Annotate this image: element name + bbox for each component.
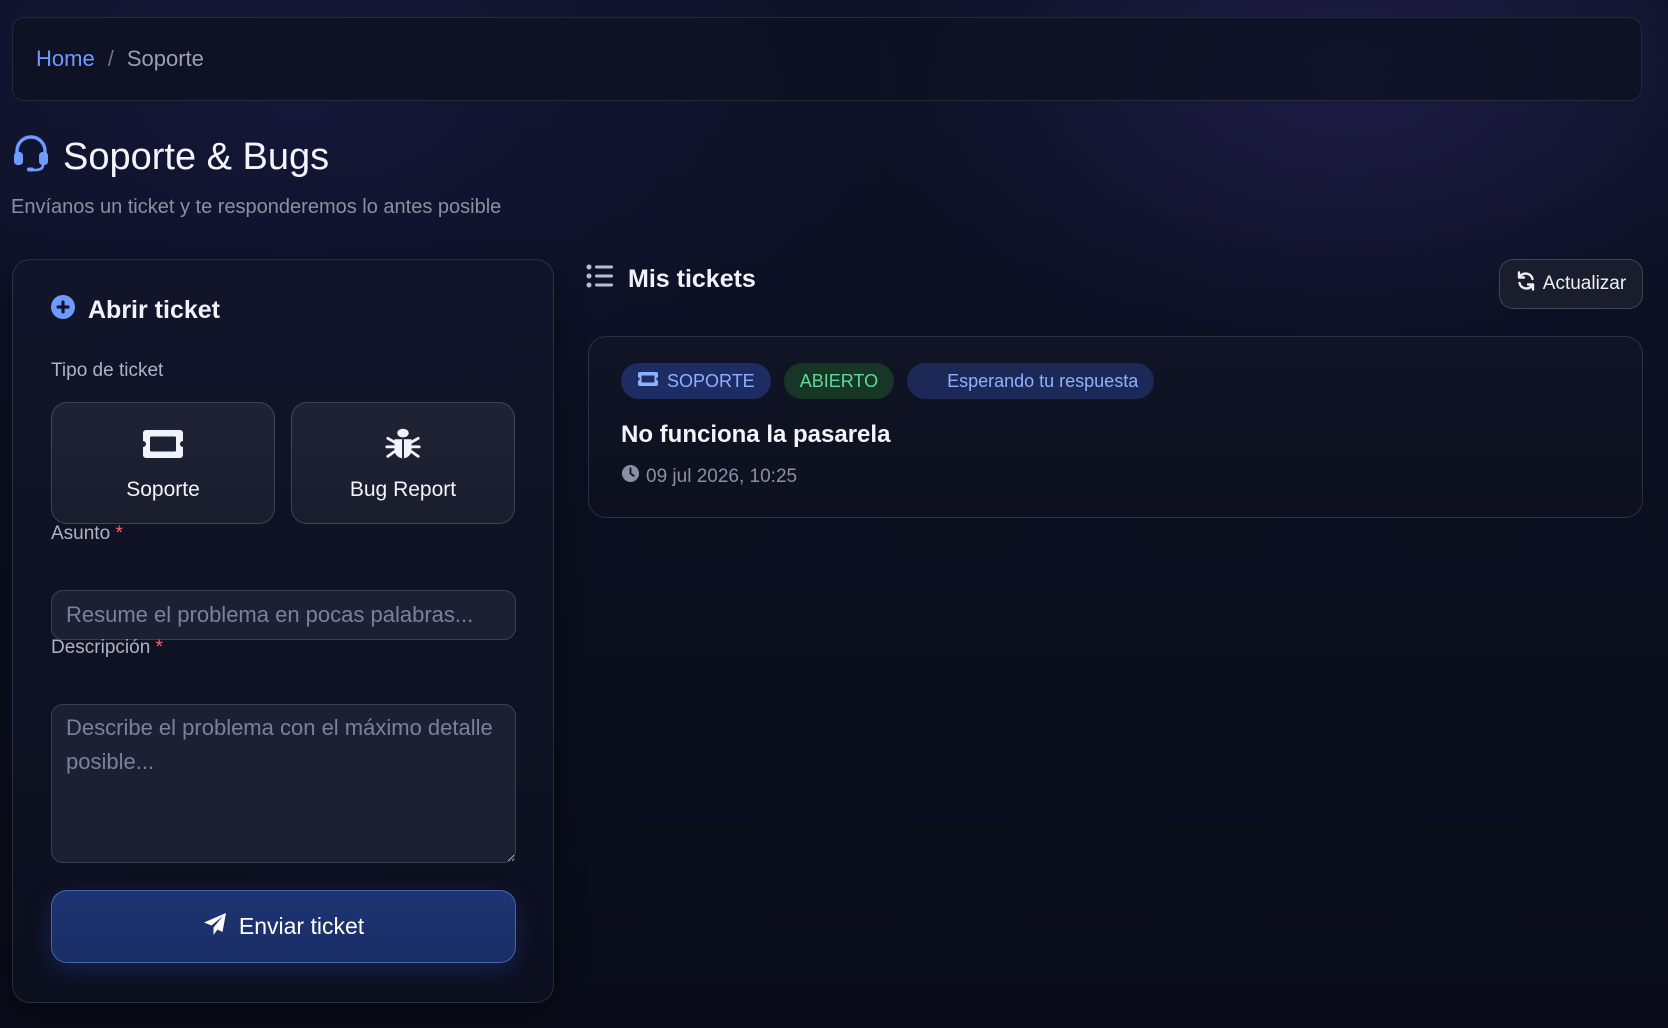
ticket-type-options: Soporte Bug Report: [51, 402, 515, 524]
plus-circle-icon: [50, 294, 76, 327]
ticket-type-badge: SOPORTE: [621, 363, 771, 399]
refresh-label: Actualizar: [1542, 273, 1627, 294]
list-icon: [586, 263, 614, 296]
ticket-type-bug-report[interactable]: Bug Report: [291, 402, 515, 524]
ticket-title: No funciona la pasarela: [621, 421, 891, 448]
ticket-type-soporte-label: Soporte: [126, 477, 200, 501]
submit-ticket-label: Enviar ticket: [238, 913, 365, 939]
subject-input[interactable]: [51, 590, 516, 640]
breadcrumb: Home / Soporte: [12, 17, 1642, 101]
my-tickets-title-row: Mis tickets: [586, 263, 756, 296]
bug-icon: [382, 425, 424, 468]
required-asterisk: *: [155, 637, 163, 658]
page-header: Soporte & Bugs Envíanos un ticket y te r…: [11, 132, 501, 219]
headset-icon: [11, 132, 51, 182]
ticket-icon: [636, 371, 660, 392]
description-label: Descripción *: [51, 637, 163, 659]
ticket-status-badge: ABIERTO: [783, 363, 895, 399]
ticket-date-row: 09 jul 2026, 10:25: [621, 464, 797, 489]
open-ticket-title: Abrir ticket: [88, 296, 220, 324]
open-ticket-card: Abrir ticket Tipo de ticket Soporte Bug …: [12, 259, 554, 1003]
ticket-icon: [140, 425, 186, 468]
page-title: Soporte & Bugs: [63, 135, 330, 178]
breadcrumb-separator: /: [107, 46, 114, 71]
ticket-date: 09 jul 2026, 10:25: [646, 465, 798, 487]
required-asterisk: *: [115, 523, 123, 544]
description-textarea[interactable]: [51, 704, 516, 863]
ticket-type-soporte[interactable]: Soporte: [51, 402, 275, 524]
page-subtitle: Envíanos un ticket y te responderemos lo…: [11, 196, 502, 218]
refresh-icon: [1516, 271, 1536, 297]
subject-label: Asunto *: [51, 523, 123, 545]
submit-ticket-button[interactable]: Enviar ticket: [51, 890, 516, 963]
my-tickets-title: Mis tickets: [628, 265, 756, 293]
paper-plane-icon: [203, 912, 227, 942]
ticket-waiting-badge: Esperando tu respuesta: [907, 363, 1155, 399]
description-label-text: Descripción: [51, 637, 151, 658]
ticket-type-bug-report-label: Bug Report: [349, 477, 457, 501]
ticket-badges: SOPORTE ABIERTO Esperando tu respuesta: [621, 363, 1155, 399]
clock-icon: [621, 464, 640, 489]
page-title-row: Soporte & Bugs: [11, 132, 501, 182]
ticket-type-label: Tipo de ticket: [51, 360, 164, 381]
breadcrumb-home-link[interactable]: Home: [36, 46, 95, 72]
ticket-type-badge-label: SOPORTE: [667, 370, 755, 391]
open-ticket-title-row: Abrir ticket: [50, 294, 220, 327]
ticket-card[interactable]: SOPORTE ABIERTO Esperando tu respuesta N…: [588, 336, 1643, 518]
refresh-button[interactable]: Actualizar: [1499, 259, 1643, 309]
subject-label-text: Asunto: [51, 523, 111, 544]
breadcrumb-current: Soporte: [126, 46, 204, 71]
